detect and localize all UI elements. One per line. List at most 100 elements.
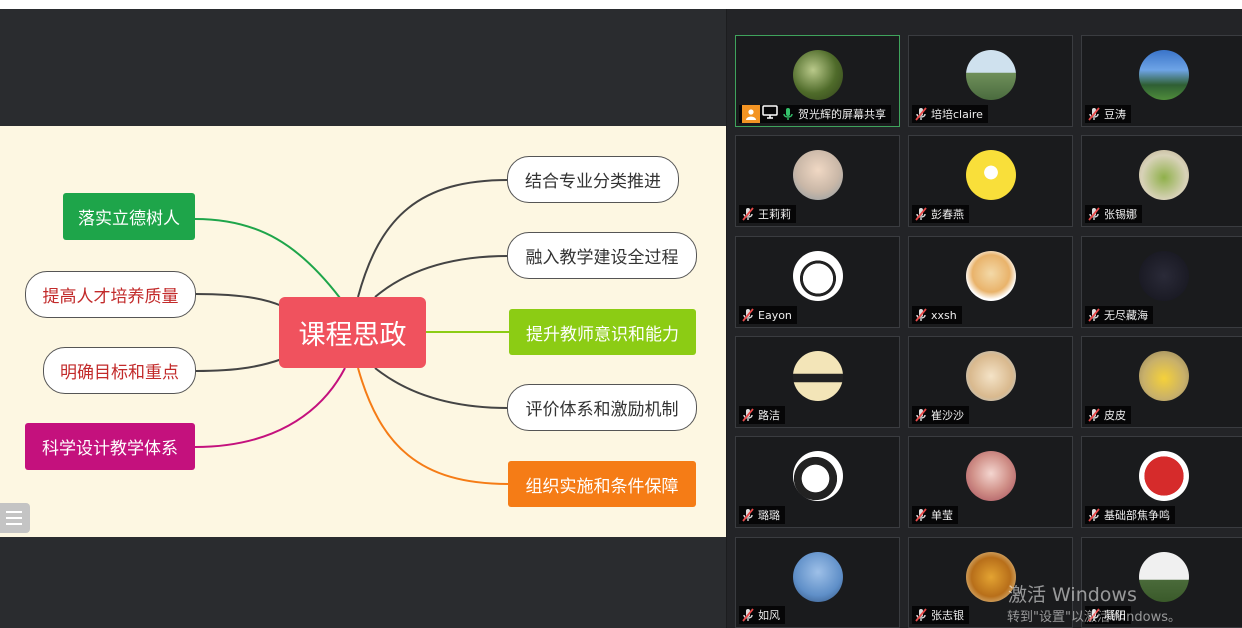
participant-tile[interactable]: 皮皮 [1081,336,1242,428]
participant-name: 豆涛 [1104,108,1126,121]
mindmap-node-left-4: 科学设计教学体系 [25,423,195,470]
mindmap-node-right-5: 组织实施和条件保障 [508,461,696,507]
participant-name: 培培claire [931,108,983,121]
participant-tile[interactable]: 张锡娜 [1081,135,1242,227]
mindmap-center-node: 课程思政 [279,297,426,368]
participant-namebar: 皮皮 [1085,406,1131,424]
activation-watermark-title: 激活 Windows [1008,584,1137,606]
connector-left-4 [194,367,346,448]
participant-name: 张锡娜 [1104,208,1137,221]
avatar [793,552,843,602]
mic-muted-icon [742,207,754,221]
participant-name: 贺光辉的屏幕共享 [798,108,886,121]
participant-namebar: 基础部焦争鸣 [1085,506,1175,524]
participant-tile[interactable]: 彭春燕 [908,135,1073,227]
participant-tile[interactable]: 崔沙沙 [908,336,1073,428]
participant-name: 无尽藏海 [1104,309,1148,322]
mic-muted-icon [915,408,927,422]
avatar [966,351,1016,401]
participant-tile[interactable]: 如风 [735,537,900,628]
connector-right-2 [374,255,509,298]
avatar [1139,251,1189,301]
avatar [1139,50,1189,100]
avatar [793,50,843,100]
participant-namebar: 王莉莉 [739,205,796,223]
participant-name: 皮皮 [1104,409,1126,422]
participant-namebar: 崔沙沙 [912,406,969,424]
avatar [793,150,843,200]
participant-tile[interactable]: 单莹 [908,436,1073,528]
participant-tile[interactable]: xxsh [908,236,1073,328]
connector-left-3 [195,358,283,372]
mic-muted-icon [1088,207,1100,221]
mindmap-node-left-2: 提高人才培养质量 [25,271,196,318]
participant-name: xxsh [931,308,957,322]
mic-muted-icon [742,408,754,422]
mic-muted-icon [915,508,927,522]
mic-muted-icon [915,207,927,221]
connector-left-2 [194,293,283,307]
list-icon [6,511,22,513]
mindmap-node-right-2: 融入教学建设全过程 [507,232,697,279]
participant-tile[interactable]: Eayon [735,236,900,328]
outline-menu-button[interactable] [0,503,30,533]
participant-namebar: 单莹 [912,506,958,524]
avatar [1139,150,1189,200]
mic-on-icon [783,108,793,120]
mindmap-node-right-3: 提升教师意识和能力 [509,309,696,355]
mindmap-node-right-4: 评价体系和激励机制 [507,384,697,431]
top-bar [0,0,1242,9]
participant-tile[interactable]: 路洁 [735,336,900,428]
avatar [966,150,1016,200]
activation-watermark-hint: 转到"设置"以激活Windows。 [1007,610,1181,625]
connector-left-1 [194,218,341,299]
participant-namebar: 璐璐 [739,506,785,524]
participant-tile[interactable]: 璐璐 [735,436,900,528]
meeting-window: 课程思政 落实立德树人 提高人才培养质量 明确目标和重点 科学设计教学体系 结合… [0,0,1242,628]
participant-gallery: 贺光辉的屏幕共享 培培claire 豆涛王莉莉 彭春燕 张锡娜 Eayon xxsh 无尽藏海… [727,9,1242,628]
connector-right-4 [374,367,509,409]
mic-muted-icon [1088,408,1100,422]
mic-muted-icon [1088,308,1100,322]
participant-namebar: 无尽藏海 [1085,306,1153,324]
mic-muted-icon [1088,508,1100,522]
participant-namebar: 彭春燕 [912,205,969,223]
avatar [793,451,843,501]
avatar [793,251,843,301]
connector-right-5 [357,367,509,485]
avatar [1139,351,1189,401]
participant-namebar: 张志银 [912,606,969,624]
participant-tile[interactable]: 王莉莉 [735,135,900,227]
participant-namebar: xxsh [912,306,962,324]
participant-namebar: 豆涛 [1085,105,1131,123]
participant-name: 张志银 [931,609,964,622]
participant-name: Eayon [758,308,792,322]
mindmap-slide: 课程思政 落实立德树人 提高人才培养质量 明确目标和重点 科学设计教学体系 结合… [0,126,727,537]
participant-namebar: 张锡娜 [1085,205,1142,223]
participant-name: 璐璐 [758,509,780,522]
participant-tile[interactable]: 贺光辉的屏幕共享 [735,35,900,127]
mic-muted-icon [915,308,927,322]
mic-muted-icon [742,608,754,622]
participant-name: 单莹 [931,509,953,522]
host-icon [742,105,760,123]
mic-muted-icon [1088,107,1100,121]
participant-namebar: 培培claire [912,105,988,123]
participant-namebar: 路洁 [739,406,785,424]
participant-namebar: 贺光辉的屏幕共享 [739,105,891,123]
avatar [1139,552,1189,602]
avatar [966,451,1016,501]
participant-tile[interactable]: 豆涛 [1081,35,1242,127]
participant-tile[interactable]: 培培claire [908,35,1073,127]
screen-share-icon [762,105,778,119]
participant-name: 崔沙沙 [931,409,964,422]
avatar [1139,451,1189,501]
participant-name: 王莉莉 [758,208,791,221]
participant-tile[interactable]: 基础部焦争鸣 [1081,436,1242,528]
participant-namebar: 如风 [739,606,785,624]
mic-muted-icon [742,508,754,522]
participant-name: 如风 [758,609,780,622]
participant-name: 路洁 [758,409,780,422]
participant-tile[interactable]: 无尽藏海 [1081,236,1242,328]
mindmap-node-left-3: 明确目标和重点 [43,347,196,394]
